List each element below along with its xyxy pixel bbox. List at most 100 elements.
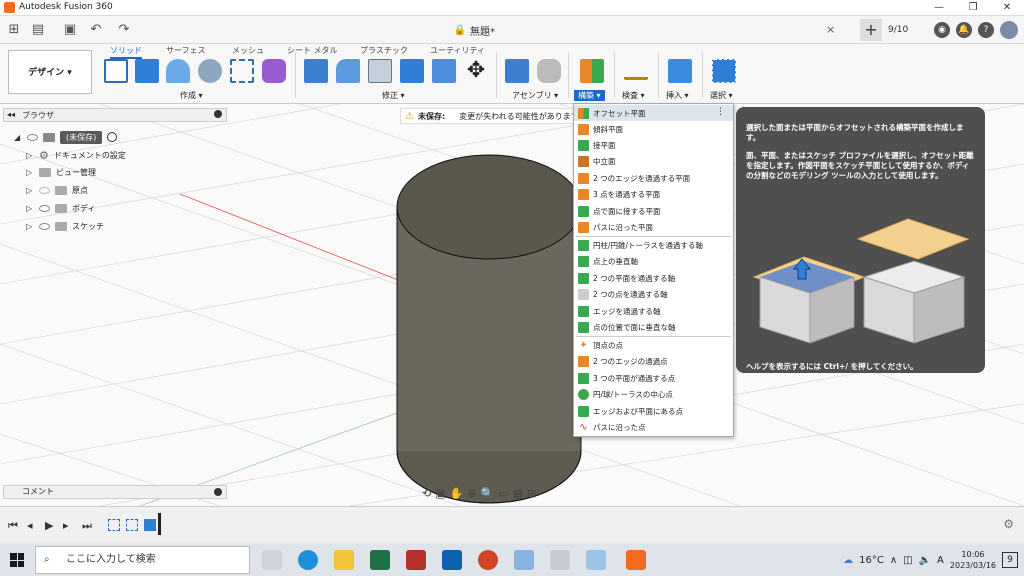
grid-settings-icon[interactable]: ▦ — [513, 487, 523, 500]
assemble-group-label[interactable]: アセンブリ ▾ — [512, 90, 558, 101]
outlook-icon[interactable] — [442, 550, 462, 570]
menu-item-axis-through-edge[interactable]: エッジを通過する軸 — [574, 303, 733, 319]
timeline-marker[interactable] — [158, 513, 161, 535]
close-window-button[interactable]: ✕ — [990, 0, 1024, 16]
inspect-group-label[interactable]: 検査 ▾ — [622, 90, 645, 101]
undo-icon[interactable]: ↶ — [88, 22, 104, 38]
menu-item-axis-through-cylinder[interactable]: 円柱/円錐/トーラスを通過する軸 — [574, 237, 733, 253]
comments-panel[interactable]: コメント — [3, 485, 227, 499]
timeline-sketch-icon[interactable] — [108, 519, 120, 531]
expand-triangle-icon[interactable]: ▷ — [26, 222, 34, 231]
expand-triangle-icon[interactable]: ▷ — [26, 186, 34, 195]
minimize-button[interactable]: — — [922, 0, 956, 16]
timeline-extrude-icon[interactable] — [144, 519, 156, 531]
fillet-icon[interactable] — [336, 59, 360, 83]
expand-triangle-icon[interactable]: ▷ — [26, 151, 34, 160]
combine-icon[interactable] — [400, 59, 424, 83]
menu-item-midplane[interactable]: 中立面 — [574, 153, 733, 169]
create-sketch-icon[interactable] — [104, 59, 128, 83]
save-icon[interactable]: ▣ — [62, 22, 78, 38]
edge-icon[interactable] — [298, 550, 318, 570]
task-view-icon[interactable] — [262, 550, 282, 570]
look-at-icon[interactable]: ▣ — [435, 487, 445, 500]
tree-item-named-views[interactable]: ▷ ビュー管理 — [26, 164, 96, 180]
zoom-icon[interactable]: 🔍 — [481, 487, 495, 500]
tab-solid[interactable]: ソリッド — [110, 45, 142, 59]
weather-icon[interactable]: ☁ — [843, 555, 853, 566]
menu-item-offset-plane[interactable]: オフセット平面 ⋮ — [574, 105, 733, 121]
tab-surface[interactable]: サーフェス — [166, 45, 206, 56]
menu-item-point-two-edges[interactable]: 2 つのエッジの通過点 — [574, 353, 733, 369]
notification-center-icon[interactable]: 9 — [1002, 552, 1018, 568]
workspace-switcher[interactable]: デザイン ▾ — [8, 50, 92, 94]
job-status[interactable]: 9/10 — [888, 25, 928, 35]
menu-item-point-three-planes[interactable]: 3 つの平面が通過する点 — [574, 370, 733, 386]
menu-item-plane-through-two-edges[interactable]: 2 つのエッジを通過する平面 — [574, 170, 733, 186]
menu-item-axis-perpendicular-at-point[interactable]: 点上の垂直軸 — [574, 253, 733, 269]
clock[interactable]: 10:06 2023/03/16 — [950, 549, 996, 571]
ime-mode[interactable]: A — [937, 555, 944, 566]
app-icon[interactable] — [586, 550, 606, 570]
menu-item-plane-through-three-points[interactable]: 3 点を通過する平面 — [574, 186, 733, 202]
help-icon[interactable]: ? — [978, 22, 994, 38]
restore-button[interactable]: ❐ — [956, 0, 990, 16]
menu-item-point-edge-and-plane[interactable]: エッジおよび平面にある点 — [574, 403, 733, 419]
collapse-triangle-icon[interactable]: ◢ — [14, 133, 22, 142]
tray-overflow-icon[interactable]: ∧ — [890, 555, 897, 566]
timeline-settings-icon[interactable]: ⚙ — [1003, 517, 1014, 531]
menu-item-point-center[interactable]: 円/球/トーラスの中心点 — [574, 386, 733, 402]
network-icon[interactable]: ◫ — [903, 555, 912, 566]
menu-item-plane-at-angle[interactable]: 傾斜平面 — [574, 121, 733, 137]
menu-item-axis-perpendicular-to-face[interactable]: 点の位置で面に垂直な軸 — [574, 319, 733, 335]
visibility-eye-icon[interactable] — [39, 186, 50, 194]
taskbar-search-input[interactable]: ⌕ ここに入力して検索 — [35, 546, 250, 574]
insert-group-label[interactable]: 挿入 ▾ — [666, 90, 689, 101]
windows-start-icon[interactable] — [10, 553, 24, 567]
revolve-icon[interactable] — [166, 59, 190, 83]
tree-root[interactable]: ◢ (未保存) — [14, 129, 118, 145]
joint-icon[interactable] — [537, 59, 561, 83]
expand-triangle-icon[interactable]: ▷ — [26, 168, 34, 177]
extensions-icon[interactable]: ◉ — [934, 22, 950, 38]
file-menu-icon[interactable]: ▤ — [30, 22, 46, 38]
create-group-label[interactable]: 作成 ▾ — [180, 90, 203, 101]
close-tab-icon[interactable]: × — [826, 23, 835, 36]
press-pull-icon[interactable] — [304, 59, 328, 83]
menu-item-plane-tangent-at-point[interactable]: 点で面に接する平面 — [574, 203, 733, 219]
tree-item-sketches[interactable]: ▷ スケッチ — [26, 218, 104, 234]
new-tab-button[interactable]: + — [860, 19, 882, 41]
move-icon[interactable]: ✥ — [464, 59, 488, 83]
add-comment-icon[interactable] — [214, 488, 222, 496]
menu-item-point-along-path[interactable]: ∿ パスに沿った点 — [574, 419, 733, 435]
visibility-eye-icon[interactable] — [39, 204, 50, 212]
tab-plastic[interactable]: プラスチック — [360, 45, 408, 56]
construct-icon[interactable] — [580, 59, 604, 83]
pattern-icon[interactable] — [230, 59, 254, 83]
modify-group-label[interactable]: 修正 ▾ — [382, 90, 405, 101]
tree-item-origin[interactable]: ▷ 原点 — [26, 182, 88, 198]
select-group-label[interactable]: 選択 ▾ — [710, 90, 733, 101]
shell-icon[interactable] — [368, 59, 392, 83]
collapse-icon[interactable]: ◂◂ — [7, 110, 15, 119]
offset-face-icon[interactable] — [432, 59, 456, 83]
select-icon[interactable] — [712, 59, 736, 83]
display-settings-icon[interactable]: ▭ — [498, 487, 508, 500]
access-icon[interactable] — [406, 550, 426, 570]
app-icon[interactable] — [550, 550, 570, 570]
expand-triangle-icon[interactable]: ▷ — [26, 204, 34, 213]
redo-icon[interactable]: ↷ — [116, 22, 132, 38]
browser-panel-header[interactable]: ◂◂ ブラウザ — [3, 108, 227, 122]
extrude-icon[interactable] — [135, 59, 159, 83]
menu-item-tangent-plane[interactable]: 接平面 — [574, 137, 733, 153]
play-icon[interactable]: ▶ — [45, 519, 53, 532]
weather-temp[interactable]: 16°C — [859, 555, 884, 566]
measure-icon[interactable] — [624, 66, 648, 80]
menu-item-axis-through-two-points[interactable]: 2 つの点を通過する軸 — [574, 286, 733, 302]
volume-icon[interactable]: 🔈 — [919, 555, 931, 566]
menu-item-axis-through-two-planes[interactable]: 2 つの平面を通過する軸 — [574, 270, 733, 286]
paint-icon[interactable] — [514, 550, 534, 570]
fusion-taskbar-icon[interactable] — [626, 550, 646, 570]
last-step-icon[interactable]: ⏭ — [82, 519, 92, 533]
browser-options-icon[interactable] — [214, 110, 222, 118]
activate-radio-icon[interactable] — [107, 132, 118, 142]
